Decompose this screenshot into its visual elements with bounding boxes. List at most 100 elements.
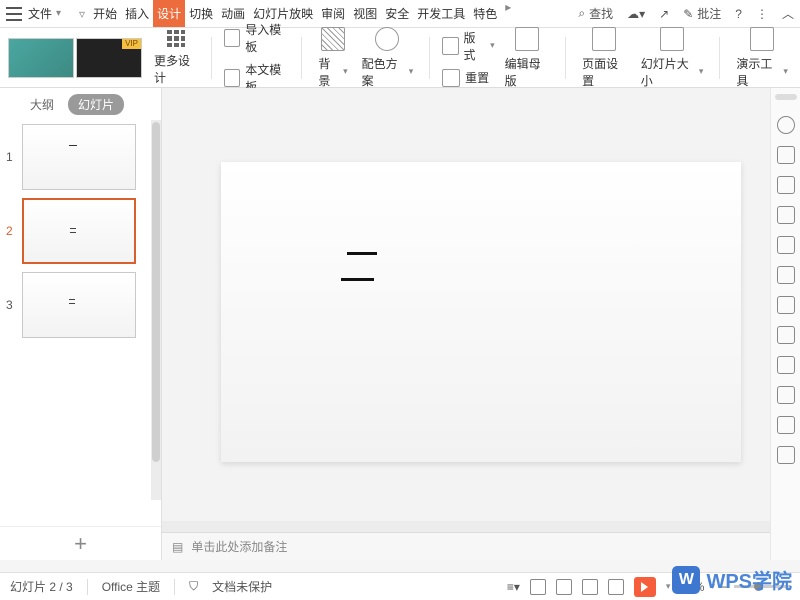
file-menu[interactable]: 文件 ▾	[6, 5, 61, 22]
design-toolbar: VIP 更多设计 导入模板 本文模板 背景▾ 配色方案▾ 版式▾ 重置 编辑母版…	[0, 28, 800, 88]
hamburger-icon	[6, 7, 22, 21]
slides-tab[interactable]: 幻灯片	[68, 94, 124, 115]
rail-chart-icon[interactable]	[777, 236, 795, 254]
rail-audio-icon[interactable]	[777, 416, 795, 434]
comment-label: 批注	[697, 5, 721, 22]
tab-insert[interactable]: 插入	[121, 0, 153, 27]
tab-scroll-left-icon[interactable]: ▿	[75, 7, 89, 21]
tab-security[interactable]: 安全	[381, 0, 413, 27]
tab-view[interactable]: 视图	[349, 0, 381, 27]
rail-security-icon[interactable]	[777, 446, 795, 464]
menubar-right: ⌕ 查找 ☁▾ ↗ ✎ 批注 ? ⋮ ︿	[578, 5, 794, 22]
page-setup-button[interactable]: 页面设置	[578, 27, 631, 89]
template-icon	[224, 69, 241, 87]
chevron-down-icon: ▾	[343, 66, 348, 77]
tab-review[interactable]: 审阅	[317, 0, 349, 27]
slide-content-line	[347, 252, 377, 255]
slide-size-icon	[660, 27, 684, 51]
comment-icon: ✎	[683, 7, 693, 21]
slide-size-button[interactable]: 幻灯片大小▾	[637, 27, 708, 89]
notes-view-button[interactable]	[608, 579, 624, 595]
help-icon[interactable]: ?	[735, 7, 742, 21]
tab-devtools[interactable]: 开发工具	[413, 0, 469, 27]
rail-select-icon[interactable]	[777, 116, 795, 134]
rail-image-icon[interactable]	[777, 386, 795, 404]
rail-collapse-icon[interactable]	[775, 94, 797, 100]
collapse-ribbon-icon[interactable]: ︿	[782, 5, 794, 22]
divider	[174, 579, 175, 595]
chevron-down-icon: ▾	[783, 66, 788, 77]
work-area: 大纲 幻灯片 1 2 3 + ▤	[0, 88, 800, 560]
slide-thumbnail-1[interactable]	[22, 124, 136, 190]
tab-design[interactable]: 设计	[153, 0, 185, 27]
slideshow-play-button[interactable]	[634, 577, 656, 597]
chevron-down-icon: ▾	[699, 66, 704, 77]
sorter-view-button[interactable]	[556, 579, 572, 595]
divider	[211, 37, 212, 79]
horizontal-scrollbar[interactable]	[162, 521, 786, 532]
thumb-number: 3	[6, 298, 16, 312]
thumbnail-scrollbar[interactable]	[151, 120, 161, 500]
thumbnail-list: 1 2 3	[0, 120, 161, 526]
theme-gallery[interactable]: VIP	[8, 38, 142, 78]
cloud-icon[interactable]: ☁▾	[627, 7, 645, 21]
add-slide-button[interactable]: +	[0, 526, 161, 560]
more-icon[interactable]: ⋮	[756, 7, 768, 21]
menu-bar: 文件 ▾ ▿ 开始 插入 设计 切换 动画 幻灯片放映 审阅 视图 安全 开发工…	[0, 0, 800, 28]
tab-special[interactable]: 特色	[469, 0, 501, 27]
thumbnail-row[interactable]: 1	[6, 124, 155, 190]
outline-tab[interactable]: 大纲	[30, 96, 54, 113]
background-button[interactable]: 背景▾	[314, 27, 351, 89]
divider	[87, 579, 88, 595]
notes-bar[interactable]: ▤ 单击此处添加备注	[162, 532, 800, 560]
panel-tabs: 大纲 幻灯片	[0, 88, 161, 120]
rail-apps-icon[interactable]	[777, 206, 795, 224]
chevron-down-icon: ▾	[56, 8, 61, 19]
tab-scroll-right-icon[interactable]: ▸	[501, 0, 515, 27]
import-icon	[224, 29, 241, 47]
share-icon[interactable]: ↗	[659, 7, 669, 21]
normal-view-button[interactable]	[530, 579, 546, 595]
divider	[719, 37, 720, 79]
rail-camera-icon[interactable]	[777, 296, 795, 314]
search-button[interactable]: ⌕ 查找	[578, 5, 613, 22]
thumb-number: 2	[6, 224, 16, 238]
theme-thumb-1[interactable]	[8, 38, 74, 78]
layout-button[interactable]: 版式▾	[442, 29, 495, 63]
reset-button[interactable]: 重置	[442, 69, 495, 87]
import-template-button[interactable]: 导入模板	[224, 21, 290, 55]
tab-transition[interactable]: 切换	[185, 0, 217, 27]
more-designs-button[interactable]: 更多设计	[154, 30, 199, 86]
rail-table-icon[interactable]	[777, 176, 795, 194]
rail-export-icon[interactable]	[777, 326, 795, 344]
thumbnail-row[interactable]: 2	[6, 198, 155, 264]
tools-icon	[750, 27, 774, 51]
chevron-down-icon: ▾	[409, 66, 414, 77]
tab-start[interactable]: 开始	[89, 0, 121, 27]
presentation-tools-button[interactable]: 演示工具▾	[732, 27, 792, 89]
slide-thumbnail-3[interactable]	[22, 272, 136, 338]
rail-archive-icon[interactable]	[777, 356, 795, 374]
rail-format-icon[interactable]	[777, 146, 795, 164]
scrollbar-handle[interactable]	[152, 122, 160, 462]
chevron-down-icon[interactable]: ▾	[666, 581, 671, 592]
slide-canvas[interactable]	[221, 162, 741, 462]
master-icon	[515, 27, 539, 51]
menu-view-icon[interactable]: ≡▾	[507, 580, 520, 594]
reading-view-button[interactable]	[582, 579, 598, 595]
grid-icon	[167, 30, 185, 48]
layout-group: 版式▾ 重置	[442, 29, 495, 87]
rail-settings-icon[interactable]	[777, 266, 795, 284]
comment-button[interactable]: ✎ 批注	[683, 5, 721, 22]
slide-panel: 大纲 幻灯片 1 2 3 +	[0, 88, 162, 560]
thumbnail-row[interactable]: 3	[6, 272, 155, 338]
search-icon: ⌕	[578, 6, 585, 21]
play-icon	[641, 582, 648, 592]
slide-thumbnail-2[interactable]	[22, 198, 136, 264]
edit-master-button[interactable]: 编辑母版	[501, 27, 554, 89]
color-scheme-button[interactable]: 配色方案▾	[358, 27, 418, 89]
shield-icon: ⛉	[189, 579, 198, 594]
theme-thumb-2[interactable]: VIP	[76, 38, 142, 78]
palette-icon	[375, 27, 399, 51]
layout-icon	[442, 37, 458, 55]
